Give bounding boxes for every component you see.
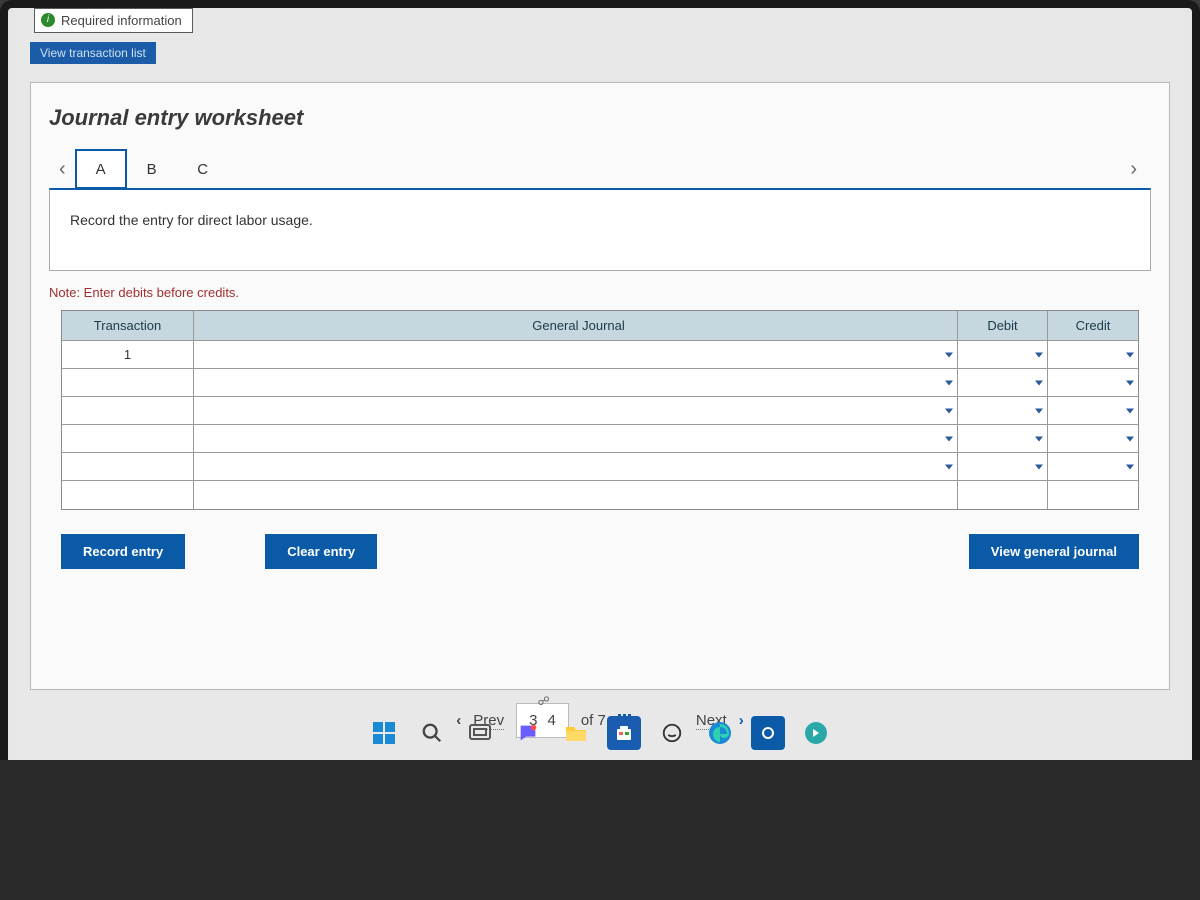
task-view-icon[interactable] xyxy=(463,716,497,750)
worksheet-title: Journal entry worksheet xyxy=(31,83,1169,149)
view-general-journal-button[interactable]: View general journal xyxy=(969,534,1139,569)
cell-transaction-3 xyxy=(62,397,194,425)
tab-c[interactable]: C xyxy=(177,149,229,189)
cell-credit-6[interactable] xyxy=(1048,481,1138,509)
journal-entry-grid: Transaction General Journal Debit Credit… xyxy=(61,310,1139,510)
col-header-credit: Credit xyxy=(1048,311,1138,341)
tab-prev-arrow[interactable]: ‹ xyxy=(49,152,76,187)
clear-entry-label: Clear entry xyxy=(287,544,355,559)
clear-entry-button[interactable]: Clear entry xyxy=(265,534,377,569)
cell-credit-4[interactable] xyxy=(1048,425,1138,453)
col-header-transaction: Transaction xyxy=(62,311,194,341)
required-info-label: Required information xyxy=(61,13,182,28)
app-icon-3[interactable] xyxy=(799,716,833,750)
tab-a-label: A xyxy=(96,161,106,178)
cell-debit-6[interactable] xyxy=(958,481,1048,509)
view-list-label: View transaction list xyxy=(40,46,146,60)
record-entry-label: Record entry xyxy=(83,544,163,559)
start-icon[interactable] xyxy=(367,716,401,750)
cell-credit-2[interactable] xyxy=(1048,369,1138,397)
cell-credit-1[interactable] xyxy=(1048,341,1138,369)
required-information-badge: Required information xyxy=(34,8,193,33)
view-gj-label: View general journal xyxy=(991,544,1117,559)
tab-a[interactable]: A xyxy=(75,149,127,189)
cell-debit-5[interactable] xyxy=(958,453,1048,481)
cell-account-5[interactable] xyxy=(194,453,958,481)
search-icon[interactable] xyxy=(415,716,449,750)
cell-account-2[interactable] xyxy=(194,369,958,397)
windows-taskbar xyxy=(16,708,1184,758)
cell-account-6[interactable] xyxy=(194,481,958,509)
store-icon[interactable] xyxy=(607,716,641,750)
cell-credit-5[interactable] xyxy=(1048,453,1138,481)
cell-debit-3[interactable] xyxy=(958,397,1048,425)
cell-debit-4[interactable] xyxy=(958,425,1048,453)
cell-account-4[interactable] xyxy=(194,425,958,453)
chat-icon[interactable] xyxy=(511,716,545,750)
link-icon: ☍ xyxy=(538,694,550,708)
edge-icon[interactable] xyxy=(703,716,737,750)
cell-transaction-1: 1 xyxy=(62,341,194,369)
entry-instruction: Record the entry for direct labor usage. xyxy=(49,188,1151,271)
note-text: Note: Enter debits before credits. xyxy=(31,271,1169,310)
cell-transaction-5 xyxy=(62,453,194,481)
file-explorer-icon[interactable] xyxy=(559,716,593,750)
cell-transaction-6 xyxy=(62,481,194,509)
app-icon-1[interactable] xyxy=(655,716,689,750)
tab-b-label: B xyxy=(147,161,157,178)
entry-tab-row: ‹ A B C › xyxy=(31,149,1169,189)
cell-debit-1[interactable] xyxy=(958,341,1048,369)
cell-transaction-4 xyxy=(62,425,194,453)
journal-worksheet-panel: Journal entry worksheet ‹ A B C › Record… xyxy=(30,82,1170,690)
cell-account-3[interactable] xyxy=(194,397,958,425)
cell-transaction-2 xyxy=(62,369,194,397)
view-transaction-list-button[interactable]: View transaction list xyxy=(30,42,156,64)
col-header-debit: Debit xyxy=(958,311,1048,341)
record-entry-button[interactable]: Record entry xyxy=(61,534,185,569)
cell-credit-3[interactable] xyxy=(1048,397,1138,425)
app-icon-2[interactable] xyxy=(751,716,785,750)
tab-next-arrow[interactable]: › xyxy=(1120,152,1147,187)
tab-c-label: C xyxy=(197,161,208,178)
col-header-general-journal: General Journal xyxy=(194,311,958,341)
cell-debit-2[interactable] xyxy=(958,369,1048,397)
cell-account-1[interactable] xyxy=(194,341,958,369)
tab-b[interactable]: B xyxy=(126,149,178,189)
instruction-text: Record the entry for direct labor usage. xyxy=(70,212,313,228)
